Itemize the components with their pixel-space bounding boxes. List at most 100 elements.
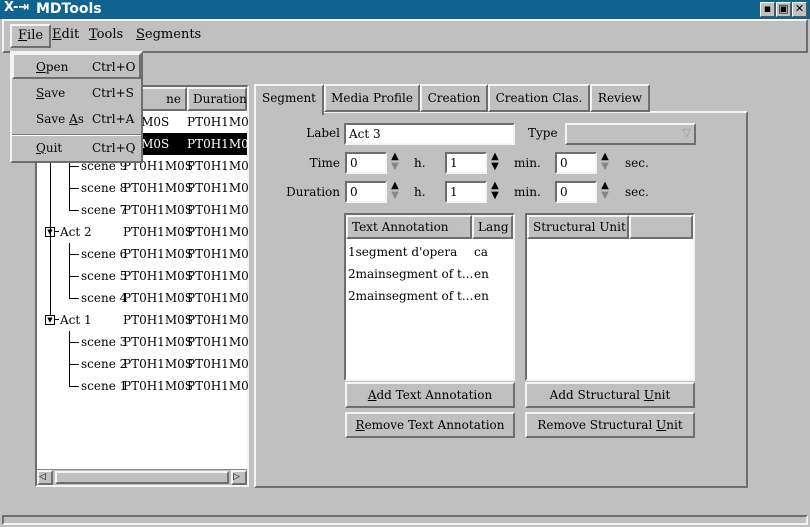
tree-row-duration: PT0H1M0	[187, 137, 249, 151]
tree-row[interactable]: ▼ Act 2 PT0H1M0S PT0H1M0	[37, 221, 249, 243]
tree-row[interactable]: ▼ Act 1 PT0H1M0S PT0H1M0	[37, 309, 249, 331]
tree-row-time: PT0H1M0S	[123, 335, 193, 349]
close-icon[interactable]: ✕	[792, 2, 807, 17]
duration-min-input[interactable]: 1	[445, 181, 487, 203]
tree-row-time: PT0H1M0S	[123, 313, 193, 327]
menu-tools[interactable]: Tools	[83, 26, 129, 46]
tree-row-duration: PT0H1M0	[187, 225, 249, 239]
remove-structural-unit-button[interactable]: Remove Structural Unit	[525, 412, 695, 438]
remove-structural-unit-label: Remove Structural Unit	[537, 418, 683, 432]
tree-connector	[69, 276, 70, 298]
tree-row-time: PT0H1M0S	[123, 225, 193, 239]
header-structural-unit[interactable]: Structural Unit	[527, 215, 629, 239]
chevron-down-icon: ▽	[682, 126, 691, 139]
tree-row-time: PT0H1M0S	[123, 357, 193, 371]
tab-review[interactable]: Review	[590, 84, 650, 112]
tree-row[interactable]: scene 7 PT0H1M0S PT0H1M0	[37, 188, 249, 221]
tree-connector	[69, 298, 79, 299]
type-combobox[interactable]: ▽	[565, 123, 696, 145]
menu-item-quit[interactable]: Quit Ctrl+Q	[12, 136, 141, 162]
save-as-shortcut: Ctrl+A	[92, 112, 135, 126]
annotation-text: 2mainsegment of t...	[348, 289, 474, 303]
tree-row-time: PT0H1M0S	[123, 269, 193, 283]
tree-row-duration: PT0H1M0	[187, 335, 249, 349]
tree-connector	[69, 166, 79, 167]
minimize-icon[interactable]: ▪	[760, 2, 775, 17]
type-label: Type	[528, 126, 558, 140]
time-label: Time	[309, 156, 340, 170]
tree-connector	[69, 276, 79, 277]
header-text-annotation[interactable]: Text Annotation	[346, 215, 472, 239]
spin-down-icon[interactable]: ▼	[487, 191, 503, 201]
menu-item-save[interactable]: Save Ctrl+S	[12, 81, 141, 107]
duration-label: Duration	[286, 185, 340, 199]
time-h-unit: h.	[414, 156, 426, 170]
tree-row-time: PT0H1M0S	[123, 203, 193, 217]
file-menu-dropdown: Open Ctrl+O Save Ctrl+S Save As Ctrl+A Quit…	[10, 51, 143, 163]
add-structural-unit-button[interactable]: Add Structural Unit	[525, 382, 695, 408]
tree-row-label: scene 6	[81, 247, 128, 261]
tree-row-time: PT0H1M0S	[123, 181, 193, 195]
menu-segments[interactable]: Segments	[130, 26, 207, 46]
time-min-unit: min.	[514, 156, 541, 170]
structural-unit-table[interactable]: Structural Unit	[525, 213, 695, 381]
remove-text-annotation-button[interactable]: Remove Text Annotation	[345, 412, 515, 438]
menu-edit[interactable]: Edit	[46, 26, 85, 46]
menu-file[interactable]: File	[10, 24, 52, 48]
table-row[interactable]: 2mainsegment of t... en	[346, 263, 513, 285]
horizontal-scrollbar[interactable]: ◁ ▷	[37, 469, 247, 485]
collapse-icon[interactable]: ▼	[45, 315, 55, 325]
label-input[interactable]: Act 3	[344, 123, 515, 145]
tree-row-label: scene 3	[81, 335, 128, 349]
tree-row-duration: PT0H1M0	[187, 269, 249, 283]
scroll-left-icon[interactable]: ◁	[37, 470, 53, 485]
header-lang[interactable]: Lang	[472, 215, 513, 239]
tab-creation[interactable]: Creation	[420, 84, 488, 112]
duration-min-unit: min.	[514, 185, 541, 199]
menu-item-open[interactable]: Open Ctrl+O	[12, 53, 141, 79]
time-sec-input[interactable]: 0	[555, 152, 597, 174]
annotation-lang: en	[474, 267, 489, 281]
quit-shortcut: Ctrl+Q	[92, 141, 136, 155]
spin-down-icon[interactable]: ▼	[597, 191, 613, 201]
spin-down-icon[interactable]: ▼	[387, 191, 403, 201]
tab-segment[interactable]: Segment	[254, 84, 324, 115]
menu-tools-label: Tools	[89, 27, 124, 42]
header-empty[interactable]	[629, 215, 693, 239]
time-h-input[interactable]: 0	[345, 152, 387, 174]
tab-media-profile[interactable]: Media Profile	[324, 84, 420, 112]
tree-row[interactable]: scene 1 PT0H1M0S PT0H1M0	[37, 364, 249, 397]
save-label: Save	[36, 86, 66, 100]
tree-connector	[55, 231, 59, 232]
tree-connector	[69, 210, 79, 211]
duration-h-input[interactable]: 0	[345, 181, 387, 203]
table-row[interactable]: 2mainsegment of t... en	[346, 285, 513, 307]
annotation-text: 1segment d'opera	[348, 245, 458, 259]
scrollbar-thumb[interactable]	[55, 471, 229, 484]
tree-connector	[69, 364, 70, 386]
quit-label: Quit	[36, 141, 63, 155]
annotation-lang: ca	[474, 245, 488, 259]
time-min-input[interactable]: 1	[445, 152, 487, 174]
remove-text-annotation-label: Remove Text Annotation	[355, 418, 505, 432]
add-text-annotation-button[interactable]: Add Text Annotation	[345, 382, 515, 408]
spin-down-icon[interactable]: ▼	[597, 162, 613, 172]
tree-connector	[69, 254, 79, 255]
spin-down-icon[interactable]: ▼	[487, 162, 503, 172]
maximize-icon[interactable]: ▣	[776, 2, 791, 17]
spin-down-icon[interactable]: ▼	[387, 162, 403, 172]
tree-row-duration: PT0H1M0	[187, 313, 249, 327]
tree-header-duration[interactable]: Duration	[187, 87, 247, 111]
tree-row[interactable]: scene 4 PT0H1M0S PT0H1M0	[37, 276, 249, 309]
tree-connector	[69, 342, 79, 343]
scroll-right-icon[interactable]: ▷	[231, 470, 247, 485]
save-as-label: Save As	[36, 112, 84, 126]
tree-row-duration: PT0H1M0	[187, 357, 249, 371]
text-annotation-table[interactable]: Text Annotation Lang 1segment d'opera ca 2…	[344, 213, 515, 381]
tab-creation-clas[interactable]: Creation Clas.	[488, 84, 590, 112]
table-row[interactable]: 1segment d'opera ca	[346, 241, 513, 263]
menu-item-save-as[interactable]: Save As Ctrl+A	[12, 107, 141, 133]
tree-connector	[69, 166, 70, 188]
duration-sec-input[interactable]: 0	[555, 181, 597, 203]
window-menu-icon[interactable]: X-⇥	[4, 0, 29, 15]
